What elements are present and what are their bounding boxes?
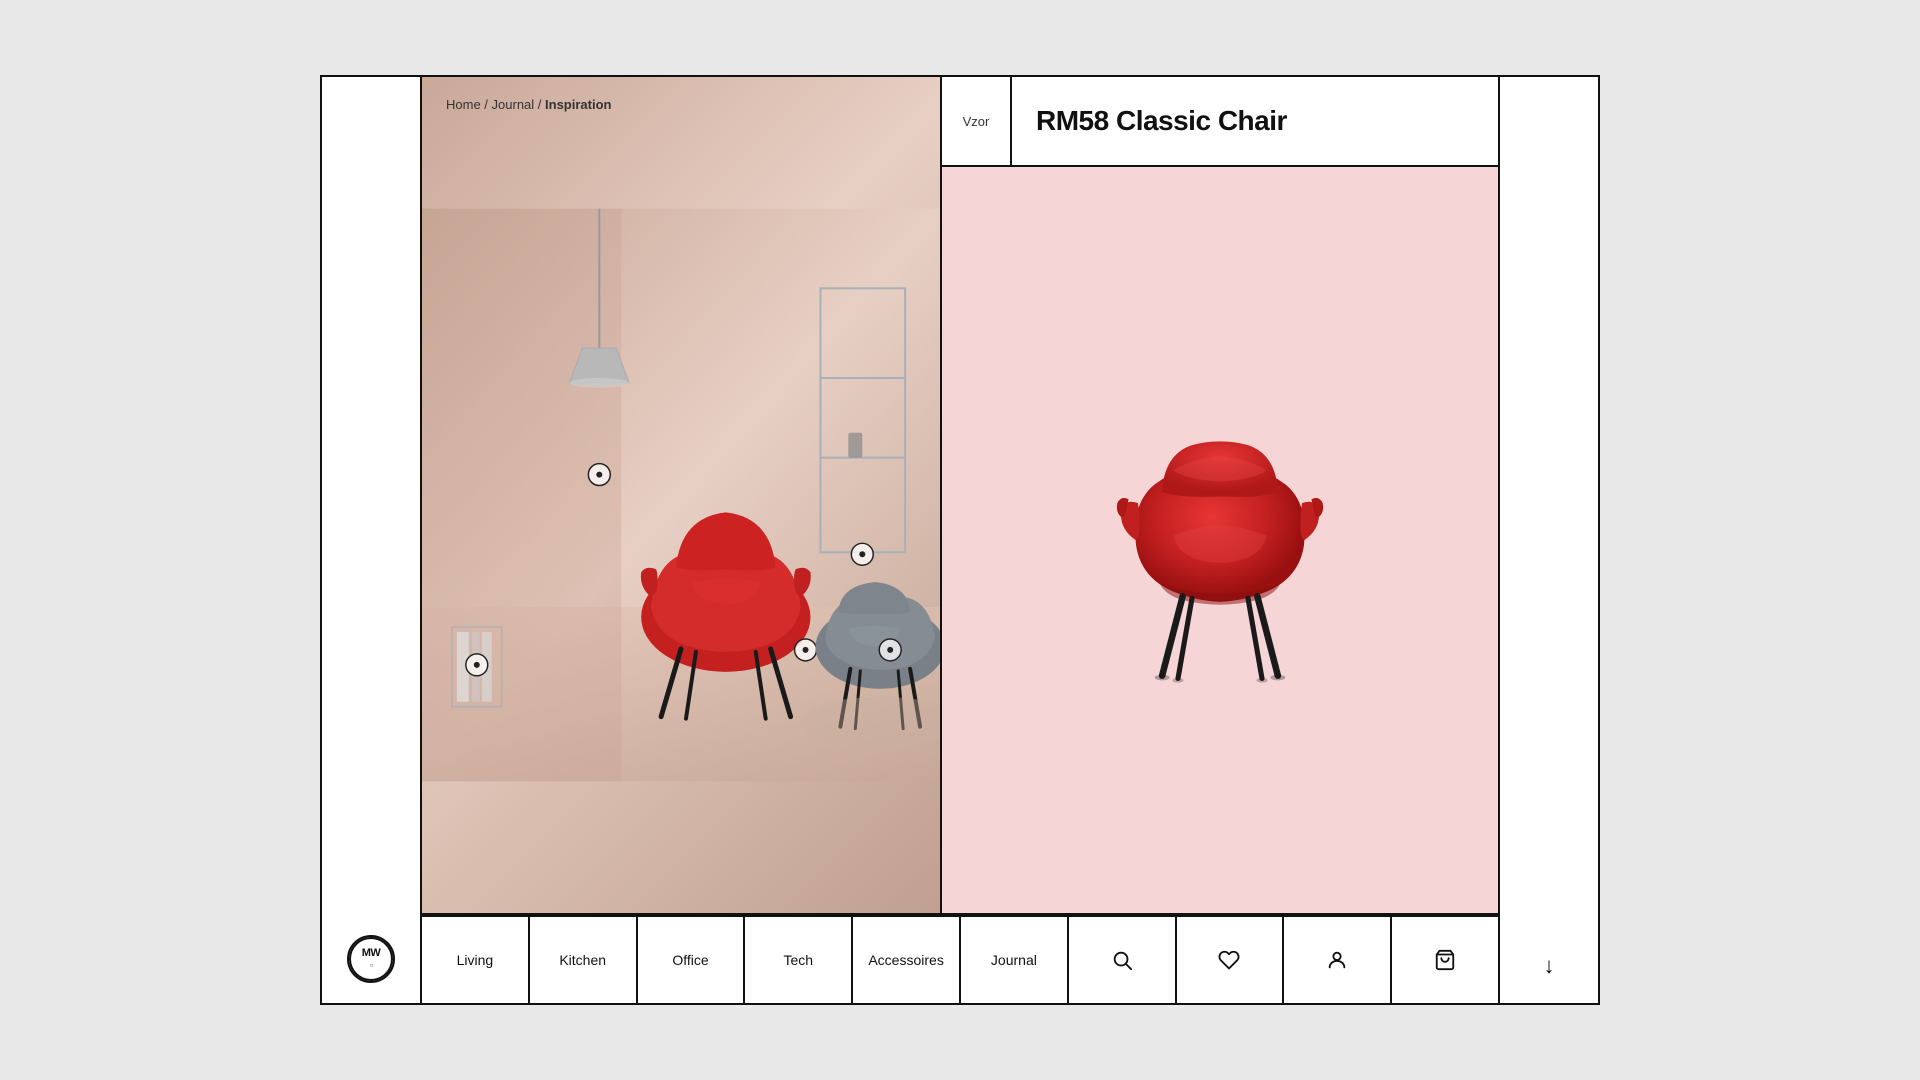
top-section: Home / Journal / Inspiration [422,77,1498,915]
main-frame: MW ○ ↓ Home / Journal / Inspiration [320,75,1600,1005]
main-content: Home / Journal / Inspiration [422,77,1498,1003]
product-image-area [942,167,1498,913]
nav-item-tech[interactable]: Tech [745,917,853,1003]
product-title: RM58 Classic Chair [1036,105,1287,137]
nav-item-search[interactable] [1069,917,1177,1003]
nav-item-kitchen[interactable]: Kitchen [530,917,638,1003]
search-icon [1111,949,1133,971]
nav-item-living[interactable]: Living [422,917,530,1003]
user-icon [1326,949,1348,971]
nav-item-account[interactable] [1284,917,1392,1003]
left-sidebar: MW ○ [322,77,422,1003]
nav-item-accessoires[interactable]: Accessoires [853,917,961,1003]
right-sidebar: ↓ [1498,77,1598,1003]
download-icon[interactable]: ↓ [1544,953,1555,979]
product-panel: Vzor RM58 Classic Chair [942,77,1498,913]
heart-icon [1218,949,1240,971]
bottom-navigation: Living Kitchen Office Tech Accessoires J… [422,915,1498,1003]
nav-item-journal[interactable]: Journal [961,917,1069,1003]
scene-panel: Home / Journal / Inspiration [422,77,942,913]
scene-background [422,77,940,913]
nav-item-cart[interactable] [1392,917,1498,1003]
vzor-label: Vzor [942,77,1012,165]
product-title-cell: RM58 Classic Chair [1012,77,1498,165]
svg-text:○: ○ [369,963,373,969]
bag-icon [1434,949,1456,971]
product-header: Vzor RM58 Classic Chair [942,77,1498,167]
svg-text:MW: MW [362,947,382,959]
logo[interactable]: MW ○ [347,935,395,983]
breadcrumb: Home / Journal / Inspiration [446,97,611,112]
nav-item-office[interactable]: Office [638,917,746,1003]
nav-item-wishlist[interactable] [1177,917,1285,1003]
